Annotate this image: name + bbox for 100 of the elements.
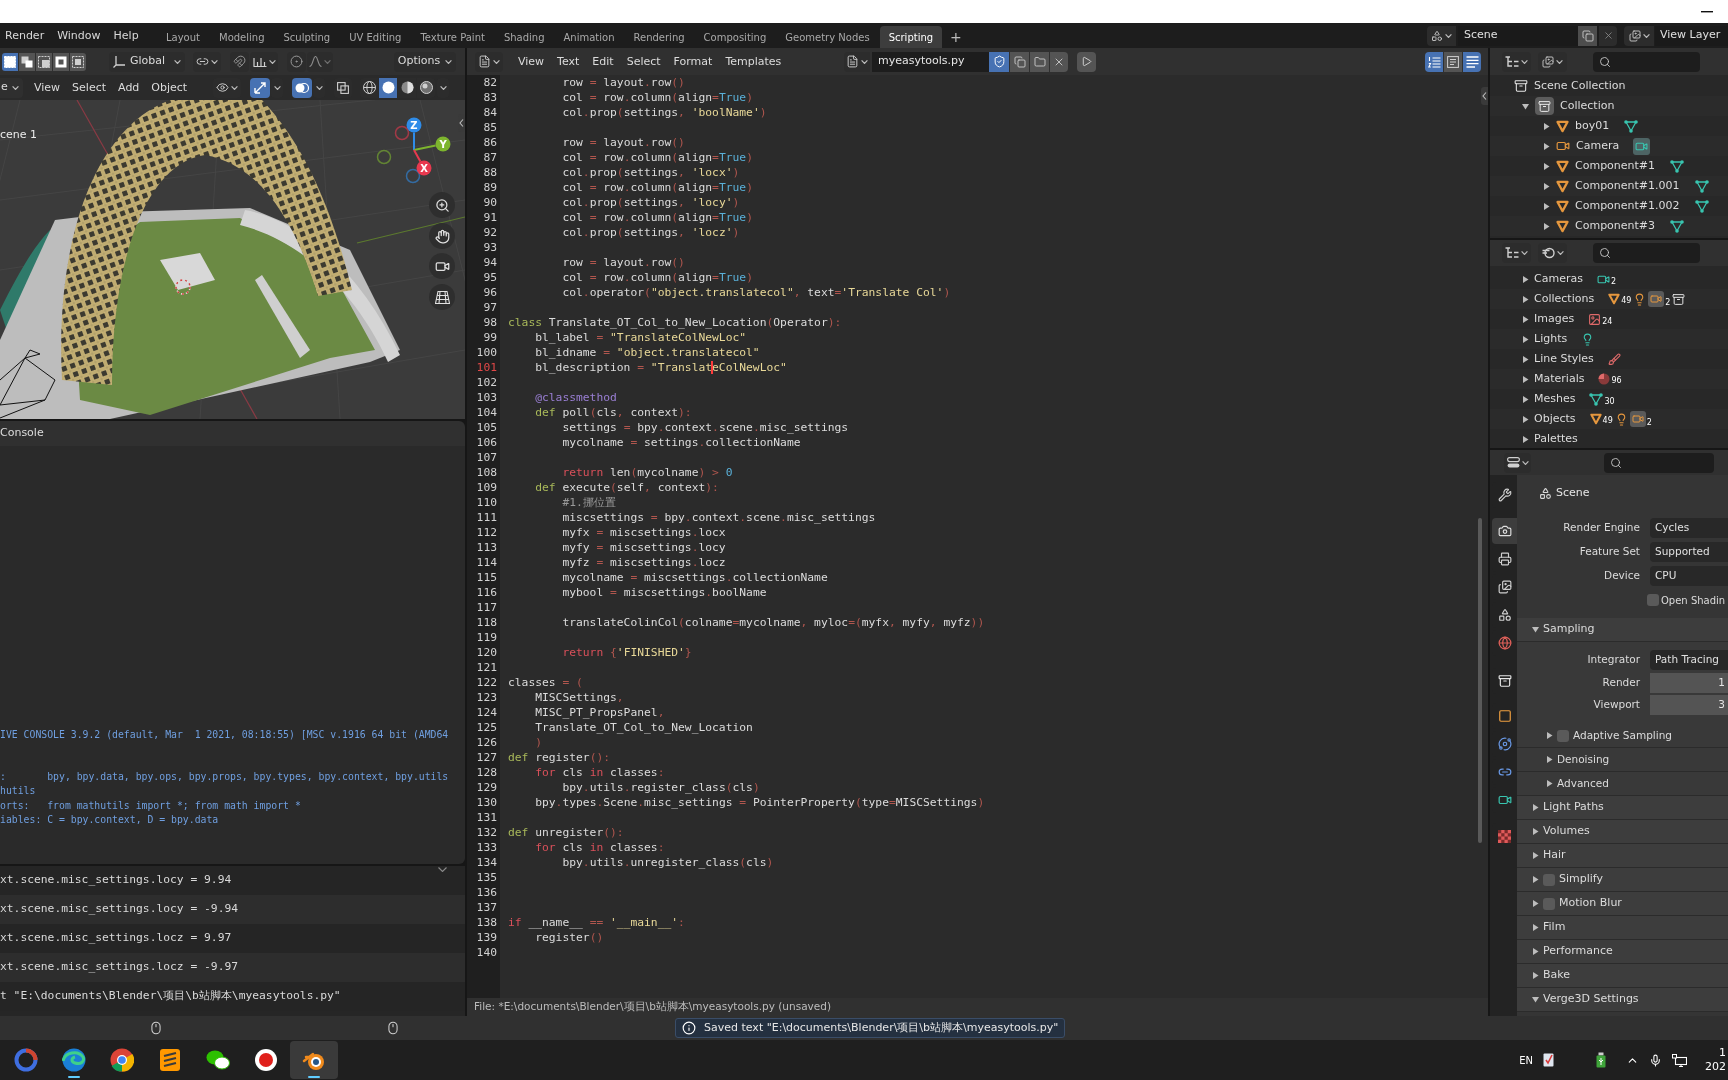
menu-item[interactable]: Text [557,56,580,67]
workspace-tab[interactable]: Scripting [879,26,943,48]
microphone-icon[interactable] [1649,1053,1662,1067]
expand-arrow-icon[interactable] [1522,395,1529,403]
axis-handle[interactable]: X [416,160,432,176]
collapse-arrow-icon[interactable] [1532,626,1539,633]
word-wrap-toggle[interactable] [1444,51,1462,72]
text-browse-button[interactable] [844,51,870,72]
overlay-toggle[interactable] [292,77,312,98]
proportional-toggle[interactable] [287,51,306,72]
menu-item[interactable]: View [34,82,61,93]
dropdown-field[interactable]: CPU [1650,566,1728,586]
panel-header[interactable]: Hair [1517,844,1728,868]
workspace-tab[interactable]: Animation [554,26,624,48]
menu-item[interactable]: View [518,56,545,67]
editor-type-dropdown[interactable] [475,51,503,72]
text-name-field[interactable]: myeasytools.py [872,51,989,72]
display-mode-dropdown[interactable] [1502,51,1531,72]
workspace-tab[interactable]: Texture Paint [411,26,494,48]
gizmo-toggle[interactable] [250,77,270,98]
menu-item[interactable]: Format [673,56,713,67]
panel-header[interactable]: Motion Blur [1517,892,1728,916]
syntax-highlight-toggle[interactable] [1463,51,1481,72]
filter-dropdown[interactable] [1538,51,1567,72]
checkbox-label[interactable]: Open Shadin [1661,592,1726,608]
search-field[interactable] [1604,452,1714,473]
sidebar-tab-icon[interactable] [1481,87,1488,105]
taskbar-app[interactable] [290,1041,338,1079]
expand-arrow-icon[interactable] [1522,335,1529,343]
editor-type-dropdown[interactable] [1504,452,1531,473]
pivot-dropdown[interactable] [193,51,221,72]
menu-item[interactable]: Window [57,30,101,41]
expand-arrow-icon[interactable] [1532,828,1539,835]
select-mode-button[interactable] [53,52,69,71]
display-mode-dropdown[interactable] [1502,243,1531,263]
workspace-tab[interactable]: Layout [157,26,209,48]
panel-header[interactable]: Simplify [1517,868,1728,892]
unlink-text-button[interactable] [1050,51,1068,72]
add-workspace-button[interactable]: + [943,26,969,48]
select-mode-button[interactable] [70,52,86,71]
expand-arrow-icon[interactable] [1543,122,1550,130]
remove-scene-button[interactable] [1599,25,1617,46]
orientation-dropdown[interactable]: Global [109,51,185,72]
panel-header[interactable]: Volumes [1517,820,1728,844]
negative-axis-handle[interactable] [405,168,421,184]
collapse-arrow-icon[interactable] [1532,996,1539,1003]
workspace-tab[interactable]: Modeling [210,26,274,48]
menu-item[interactable]: Object [151,82,188,93]
number-field[interactable]: 1 [1650,673,1728,693]
collapse-arrow-icon[interactable] [1522,102,1529,110]
panel-header[interactable]: Sampling [1517,618,1728,642]
dropdown-field[interactable]: Cycles [1650,518,1728,538]
expand-arrow-icon[interactable] [1522,355,1529,363]
search-field[interactable] [1593,243,1700,263]
collapse-chevron-icon[interactable] [438,867,447,872]
dropdown-field[interactable]: Supported [1650,542,1728,562]
expand-arrow-icon[interactable] [1532,804,1539,811]
snap-dropdown[interactable] [250,51,278,72]
panel-header[interactable]: Bake [1517,964,1728,988]
menu-item[interactable]: Edit [592,56,614,67]
expand-arrow-icon[interactable] [1522,275,1529,283]
fake-user-toggle[interactable] [989,51,1009,72]
select-mode-button[interactable] [19,52,35,71]
expand-arrow-icon[interactable] [1543,142,1550,150]
expand-arrow-icon[interactable] [1522,375,1529,383]
line-numbers-toggle[interactable] [1425,51,1443,72]
search-field[interactable] [1593,51,1700,72]
mode-dropdown[interactable]: e [0,77,23,98]
expand-arrow-icon[interactable] [1532,900,1539,907]
expand-arrow-icon[interactable] [1543,222,1550,230]
checkbox[interactable] [1557,729,1569,742]
console-title[interactable]: Console [0,425,44,442]
expand-arrow-icon[interactable] [1532,948,1539,955]
new-text-button[interactable] [1010,51,1029,72]
select-mode-button[interactable] [36,52,52,71]
workspace-tab[interactable]: Sculpting [274,26,340,48]
expand-arrow-icon[interactable] [1546,756,1553,763]
code-area[interactable] [467,75,1488,998]
workspace-tab[interactable]: Rendering [624,26,694,48]
usb-drive-icon[interactable] [1596,1052,1606,1068]
language-indicator[interactable]: EN [1519,1052,1533,1068]
checkbox[interactable] [1647,594,1659,606]
panel-header[interactable]: Verge3D Settings [1517,988,1728,1012]
video-camera-icon[interactable] [1633,137,1651,155]
vertex-triangle-icon[interactable] [1623,118,1640,134]
options-dropdown[interactable]: Options [394,51,456,72]
negative-axis-handle[interactable] [394,125,410,141]
panel-header[interactable]: Light Paths [1517,796,1728,820]
negative-axis-handle[interactable] [376,149,392,165]
expand-arrow-icon[interactable] [1522,435,1529,443]
number-field[interactable]: 3 [1650,695,1728,715]
expand-arrow-icon[interactable] [1522,295,1529,303]
expand-arrow-icon[interactable] [1546,732,1553,739]
expand-arrow-icon[interactable] [1532,924,1539,931]
expand-arrow-icon[interactable] [1532,852,1539,859]
open-text-button[interactable] [1030,51,1049,72]
expand-arrow-icon[interactable] [1532,876,1539,883]
workspace-tab[interactable]: Geometry Nodes [776,26,879,48]
network-monitor-icon[interactable] [1672,1053,1687,1067]
panel-header[interactable]: Film [1517,916,1728,940]
